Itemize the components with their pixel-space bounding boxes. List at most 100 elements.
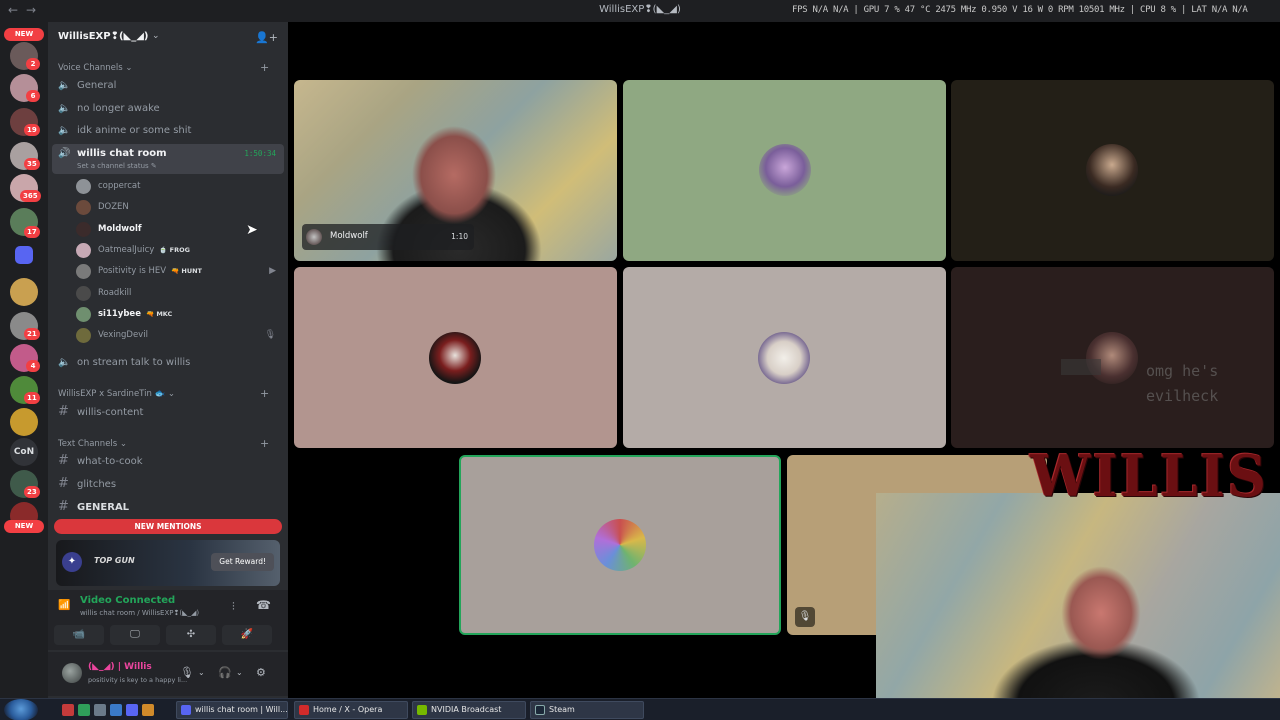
invite-people-icon[interactable]: 👤+ xyxy=(255,31,278,44)
text-channel-glitches[interactable]: # glitches xyxy=(52,475,284,495)
voice-member[interactable]: Positivity is HEV 🔫 HUNT ▶ xyxy=(76,262,282,282)
voice-channel-willis-chat-room[interactable]: 🔊 willis chat room 1:50:34 Set a channel… xyxy=(52,144,284,174)
voice-member[interactable]: OatmealJuicy 🍵 FROG xyxy=(76,241,282,261)
voice-member[interactable]: coppercat xyxy=(76,177,282,197)
video-tile-avatar[interactable] xyxy=(951,80,1274,261)
chevron-down-icon[interactable]: ⌄ xyxy=(198,668,205,677)
mouse-cursor-icon: ➤ xyxy=(246,222,258,238)
taskbar-item-label: NVIDIA Broadcast xyxy=(431,705,502,714)
video-tile-camera[interactable]: Moldwolf 1:10 xyxy=(294,80,617,261)
text-channel-what-to-cook[interactable]: # what-to-cook xyxy=(52,452,284,472)
participant-timer: 1:10 xyxy=(451,232,468,241)
quicklaunch-icon[interactable] xyxy=(142,704,154,716)
promo-brand: TOP GUN xyxy=(94,556,135,565)
muted-mic-icon: 🎙 xyxy=(264,330,276,340)
current-username[interactable]: (◣_◢) | Willis xyxy=(88,662,152,672)
muted-mic-icon: 🎙 xyxy=(795,607,815,627)
hash-icon: # xyxy=(58,453,69,468)
server-rail: NEW 2 6 19 35 365 17 21 4 11 CoN 23 NEW xyxy=(0,22,48,698)
member-tag: 🔫 MKC xyxy=(145,310,173,318)
title-bar: ← → WillisEXP❢(◣_◢) FPS N/A N/A | GPU 7 … xyxy=(0,0,1280,22)
member-name: coppercat xyxy=(98,181,141,191)
noise-suppression-icon[interactable]: ⫶ xyxy=(232,600,235,614)
channel-sidebar: WillisEXP❢(◣_◢) ⌄ 👤+ Voice Channels ⌄ + … xyxy=(48,22,288,698)
text-channel-willis-content[interactable]: # willis-content xyxy=(52,403,284,423)
category-label: Text Channels ⌄ xyxy=(58,439,128,449)
quicklaunch-icon[interactable] xyxy=(110,704,122,716)
avatar xyxy=(76,200,91,215)
quicklaunch-icon[interactable] xyxy=(62,704,74,716)
quicklaunch-icon[interactable] xyxy=(78,704,90,716)
new-mentions-banner[interactable]: NEW MENTIONS xyxy=(54,519,282,534)
quicklaunch-icon[interactable] xyxy=(94,704,106,716)
avatar xyxy=(759,144,811,196)
hash-icon: # xyxy=(58,476,69,491)
avatar xyxy=(594,519,646,571)
new-unread-pill[interactable]: NEW xyxy=(4,28,44,41)
mention-badge: 365 xyxy=(20,190,41,202)
taskbar-item-nvidia[interactable]: NVIDIA Broadcast xyxy=(412,701,526,719)
video-tile-speaking[interactable] xyxy=(459,455,781,635)
mention-badge: 21 xyxy=(24,328,40,340)
category-text-channels[interactable]: Text Channels ⌄ + xyxy=(58,437,269,450)
video-tile-avatar[interactable] xyxy=(623,267,946,448)
server-icon-con[interactable]: CoN xyxy=(10,438,38,466)
video-tile-avatar[interactable] xyxy=(623,80,946,261)
disconnect-icon[interactable]: ☎ xyxy=(256,598,271,612)
chevron-down-icon[interactable]: ⌄ xyxy=(236,668,243,677)
text-channel-general[interactable]: # GENERAL xyxy=(52,498,284,518)
mention-badge: 6 xyxy=(26,90,40,102)
category-voice-channels[interactable]: Voice Channels ⌄ + xyxy=(58,61,269,74)
camera-button[interactable]: 📹 xyxy=(54,625,104,645)
member-name: Moldwolf xyxy=(98,224,142,234)
get-reward-button[interactable]: Get Reward! xyxy=(211,553,274,571)
voice-member[interactable]: Roadkill xyxy=(76,284,282,304)
user-panel: (◣_◢) | Willis positivity is key to a ha… xyxy=(48,652,288,696)
voice-channel-idk-anime[interactable]: 🔈 idk anime or some shit xyxy=(52,121,284,141)
member-name: Roadkill xyxy=(98,288,132,298)
member-tag: 🔫 HUNT xyxy=(171,267,202,275)
voice-member[interactable]: VexingDevil 🎙 xyxy=(76,326,282,346)
video-tile-avatar[interactable]: omg he's evilheck xyxy=(951,267,1274,448)
signal-icon[interactable]: 📶 xyxy=(58,600,70,611)
server-header[interactable]: WillisEXP❢(◣_◢) ⌄ 👤+ xyxy=(48,22,288,54)
chat-overlay-box xyxy=(1061,359,1101,375)
soundboard-button[interactable]: 🚀 xyxy=(222,625,272,645)
avatar xyxy=(429,332,481,384)
add-channel-icon[interactable]: + xyxy=(260,437,269,450)
voice-member[interactable]: si11ybee 🔫 MKC xyxy=(76,305,282,325)
mention-badge: 17 xyxy=(24,226,40,238)
channel-name: on stream talk to willis xyxy=(77,357,191,368)
screen-share-button[interactable]: 🖵 xyxy=(110,625,160,645)
settings-gear-icon[interactable]: ⚙ xyxy=(256,666,266,679)
folder-icon[interactable] xyxy=(15,246,33,264)
channel-name: no longer awake xyxy=(77,103,160,114)
headphones-icon[interactable]: 🎧 xyxy=(218,666,232,679)
voice-channel-location[interactable]: willis chat room / WillisEXP❢(◣_◢) xyxy=(80,609,199,617)
quicklaunch-icon[interactable] xyxy=(126,704,138,716)
voice-channel-general[interactable]: 🔈 General xyxy=(52,76,284,96)
taskbar-item-discord[interactable]: willis chat room | Will... xyxy=(176,701,288,719)
avatar xyxy=(76,179,91,194)
voice-channel-on-stream[interactable]: 🔈 on stream talk to willis xyxy=(52,353,284,373)
add-channel-icon[interactable]: + xyxy=(260,387,269,400)
server-icon[interactable] xyxy=(10,278,38,306)
avatar[interactable] xyxy=(62,663,82,683)
mention-badge: 11 xyxy=(24,392,40,404)
taskbar-item-steam[interactable]: Steam xyxy=(530,701,644,719)
channel-name: idk anime or some shit xyxy=(77,125,192,136)
microphone-icon[interactable]: 🎙 xyxy=(180,666,194,679)
avatar xyxy=(758,332,810,384)
voice-channel-no-longer-awake[interactable]: 🔈 no longer awake xyxy=(52,99,284,119)
channel-status-prompt[interactable]: Set a channel status ✎ xyxy=(77,162,157,170)
server-icon[interactable] xyxy=(10,408,38,436)
new-unread-pill[interactable]: NEW xyxy=(4,520,44,533)
add-channel-icon[interactable]: + xyxy=(260,61,269,74)
start-button[interactable] xyxy=(4,699,38,720)
channel-name: willis-content xyxy=(77,407,144,418)
voice-member[interactable]: DOZEN xyxy=(76,198,282,218)
category-collab[interactable]: WillisEXP x SardineTin 🐟 ⌄ + xyxy=(58,387,269,400)
activities-button[interactable]: ✣ xyxy=(166,625,216,645)
taskbar-item-opera[interactable]: Home / X - Opera xyxy=(294,701,408,719)
video-tile-avatar[interactable] xyxy=(294,267,617,448)
